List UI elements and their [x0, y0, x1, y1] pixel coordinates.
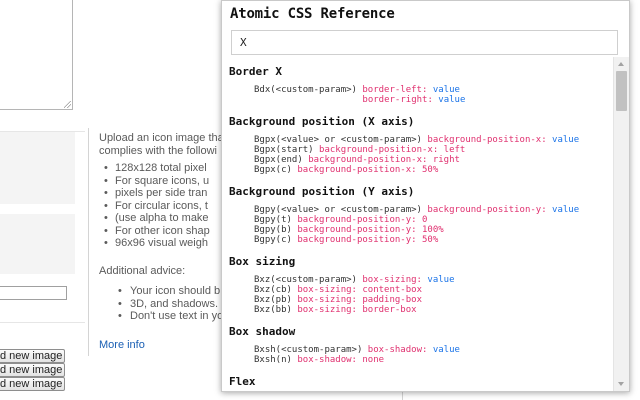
reference-row: border-right: value	[254, 95, 465, 105]
popup-title: Atomic CSS Reference	[230, 6, 395, 22]
divider	[0, 322, 85, 323]
section-title: Box shadow	[229, 325, 296, 338]
list-item: Don't use text in yo	[99, 310, 224, 323]
scroll-up-arrow-icon[interactable]	[614, 57, 629, 71]
css-property: box-shadow: none	[297, 355, 385, 365]
class-name: Bgpx(start)	[254, 145, 314, 155]
more-info-link[interactable]: More info	[99, 339, 145, 351]
class-name: Bxz(bb)	[254, 305, 292, 315]
section-title: Background position (X axis)	[229, 115, 415, 128]
list-item: 96x96 visual weigh	[99, 237, 224, 250]
intro-line: complies with the followi	[99, 144, 217, 157]
css-property: background-position-x:	[427, 135, 547, 145]
upload-image-button[interactable]: d new image	[0, 363, 65, 377]
css-property: border-right:	[362, 95, 433, 105]
reference-row: Bxz(cb) box-sizing: content-box	[254, 285, 422, 295]
list-item: For other icon shap	[99, 225, 224, 238]
class-name: Bgpy(c)	[254, 235, 292, 245]
class-name: Bxz(pb)	[254, 295, 292, 305]
class-name: Bgpy(b)	[254, 225, 292, 235]
advice-list: Your icon should b 3D, and shadows. Don'…	[99, 285, 224, 323]
form-panel	[0, 214, 75, 274]
list-item: For circular icons, t	[99, 200, 224, 213]
list-item: For square icons, u	[99, 175, 224, 188]
intro-line: Upload an icon image tha	[99, 132, 224, 144]
list-item: (use alpha to make	[99, 212, 224, 225]
section-title: Flex	[229, 375, 256, 388]
class-name: Bgpx(<value> or <custom-param>)	[254, 135, 422, 145]
requirements-list: 128x128 total pixel For square icons, u …	[99, 162, 224, 250]
css-value: value	[432, 85, 460, 95]
class-name: Bxz(<custom-param>)	[254, 275, 357, 285]
reference-row: Bgpx(start) background-position-x: left	[254, 145, 465, 155]
css-property: box-shadow:	[367, 345, 428, 355]
css-property: background-position-y: 100%	[297, 225, 444, 235]
icon-instructions: Upload an icon image tha complies with t…	[99, 132, 224, 250]
form-panel	[0, 132, 75, 204]
css-property: border-left:	[362, 85, 428, 95]
reference-row: Bgpy(c) background-position-y: 50%	[254, 235, 438, 245]
class-name: Bgpy(t)	[254, 215, 292, 225]
reference-row: Bxz(pb) box-sizing: padding-box	[254, 295, 422, 305]
reference-row: Bxsh(<custom-param>) box-shadow: value	[254, 345, 460, 355]
list-item: pixels per side tran	[99, 187, 224, 200]
class-name: Bxsh(n)	[254, 355, 292, 365]
reference-row: Bgpy(t) background-position-y: 0	[254, 215, 427, 225]
css-property: box-sizing: padding-box	[297, 295, 422, 305]
atomic-css-popup: Atomic CSS Reference X Border X Bdx(<cust…	[221, 0, 630, 392]
search-input[interactable]: X	[231, 30, 618, 55]
upload-image-button[interactable]: d new image	[0, 377, 65, 391]
reference-row: Bgpx(c) background-position-x: 50%	[254, 165, 438, 175]
class-name: Bdx(<custom-param>)	[254, 85, 357, 95]
css-property: background-position-x: right	[308, 155, 460, 165]
reference-row: Bxsh(n) box-shadow: none	[254, 355, 384, 365]
class-name: Bgpy(<value> or <custom-param>)	[254, 205, 422, 215]
css-property: box-sizing:	[362, 275, 422, 285]
css-property: background-position-y: 0	[297, 215, 428, 225]
css-property: background-position-x: left	[319, 145, 466, 155]
scrollbar[interactable]	[613, 57, 629, 391]
css-property: box-sizing: border-box	[297, 305, 417, 315]
css-property: background-position-y:	[427, 205, 547, 215]
css-value: value	[438, 95, 466, 105]
css-value: value	[432, 345, 460, 355]
css-value: value	[552, 205, 580, 215]
list-item: 3D, and shadows.	[99, 298, 224, 311]
scrollbar-thumb[interactable]	[616, 71, 627, 111]
class-name: Bgpx(end)	[254, 155, 303, 165]
scroll-down-arrow-icon[interactable]	[614, 377, 629, 391]
description-textarea[interactable]	[0, 0, 73, 110]
reference-row: Bgpy(b) background-position-y: 100%	[254, 225, 444, 235]
list-item: Your icon should b	[99, 285, 224, 298]
column-divider	[88, 128, 89, 356]
class-name: Bgpx(c)	[254, 165, 292, 175]
section-title: Background position (Y axis)	[229, 185, 415, 198]
reference-row: Bxz(bb) box-sizing: border-box	[254, 305, 417, 315]
upload-image-button[interactable]: d new image	[0, 349, 65, 363]
list-item: 128x128 total pixel	[99, 162, 224, 175]
resize-grip-icon[interactable]	[64, 101, 71, 108]
css-property: background-position-x: 50%	[297, 165, 439, 175]
reference-row: Bxz(<custom-param>) box-sizing: value	[254, 275, 455, 285]
reference-list: Border X Bdx(<custom-param>) border-left:…	[222, 57, 613, 391]
css-value: value	[552, 135, 580, 145]
reference-row: Bdx(<custom-param>) border-left: value	[254, 85, 460, 95]
class-name: Bxz(cb)	[254, 285, 292, 295]
reference-row: Bgpx(end) background-position-x: right	[254, 155, 460, 165]
reference-row: Bgpy(<value> or <custom-param>) backgrou…	[254, 205, 579, 215]
advice-heading: Additional advice:	[99, 265, 186, 277]
css-value: value	[427, 275, 455, 285]
section-title: Box sizing	[229, 255, 296, 268]
css-property: box-sizing: content-box	[297, 285, 422, 295]
css-property: background-position-y: 50%	[297, 235, 439, 245]
section-title: Border X	[229, 65, 282, 78]
class-name: Bxsh(<custom-param>)	[254, 345, 363, 355]
text-input[interactable]	[0, 286, 67, 300]
reference-row: Bgpx(<value> or <custom-param>) backgrou…	[254, 135, 579, 145]
